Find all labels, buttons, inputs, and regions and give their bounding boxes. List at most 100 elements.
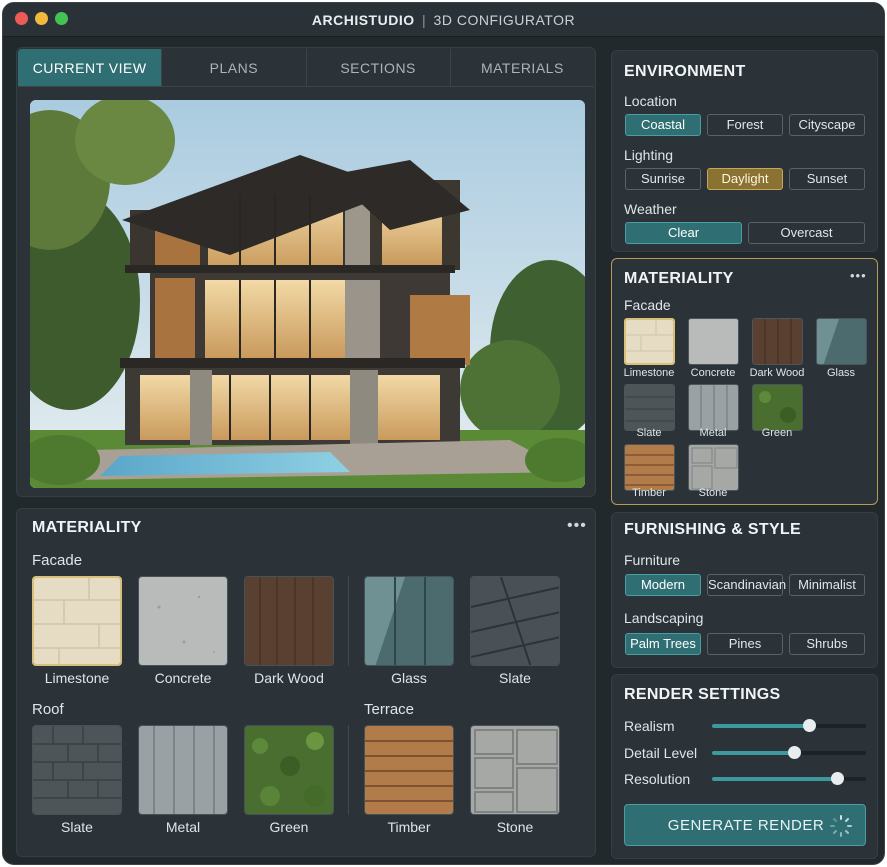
detail-level-slider-fill [712, 751, 794, 755]
terrace-label: Terrace [364, 701, 415, 718]
side-swatch-limestone[interactable] [624, 318, 675, 365]
realism-label: Realism [624, 718, 675, 734]
swatch-limestone[interactable] [32, 576, 122, 666]
side-swatch-metal[interactable] [688, 384, 739, 431]
detail-level-slider[interactable] [712, 746, 866, 759]
side-label-glass: Glass [826, 367, 856, 379]
realism-slider-handle[interactable] [803, 719, 817, 732]
furnishing-title: FURNISHING & STYLE [624, 521, 801, 538]
landscaping-palm-trees-button[interactable]: Palm Trees [625, 633, 701, 655]
furniture-minimalist-button[interactable]: Minimalist [789, 574, 865, 596]
swatch-slate-facade[interactable] [470, 576, 560, 666]
swatch-label-glass: Glass [391, 670, 427, 686]
location-forest-button[interactable]: Forest [707, 114, 783, 136]
title-separator: | [422, 12, 427, 28]
location-coastal-button[interactable]: Coastal [625, 114, 701, 136]
house-render-image [30, 100, 585, 488]
swatch-label-green-roof: Green [269, 819, 309, 835]
weather-label: Weather [624, 201, 677, 217]
furniture-label: Furniture [624, 552, 681, 568]
tab-current-view[interactable]: CURRENT VIEW [18, 49, 163, 86]
side-label-concrete: Concrete [690, 367, 736, 379]
title-bar: ARCHISTUDIO | 3D CONFIGURATOR [3, 3, 884, 37]
side-materiality-title: MATERIALITY [624, 270, 734, 287]
side-label-slate: Slate [636, 427, 662, 439]
view-tabs: CURRENT VIEW PLANS SECTIONS MATERIALS [18, 49, 594, 87]
materiality-title: MATERIALITY [32, 519, 142, 536]
swatch-green-roof[interactable] [244, 725, 334, 815]
side-label-green: Green [761, 427, 793, 439]
location-cityscape-button[interactable]: Cityscape [789, 114, 865, 136]
side-swatch-timber[interactable] [624, 444, 675, 491]
swatch-dark-wood[interactable] [244, 576, 334, 666]
realism-slider-fill [712, 724, 810, 728]
landscaping-shrubs-button[interactable]: Shrubs [789, 633, 865, 655]
side-swatch-concrete[interactable] [688, 318, 739, 365]
generate-render-button[interactable]: GENERATE RENDER [624, 804, 866, 846]
detail-level-label: Detail Level [624, 745, 698, 761]
side-facade-label: Facade [624, 297, 671, 313]
materiality-panel-large: MATERIALITY ••• Facade Limestone Concret… [16, 508, 596, 857]
swatch-label-stone: Stone [496, 819, 534, 835]
render-viewport[interactable] [30, 100, 585, 488]
landscaping-label: Landscaping [624, 610, 704, 626]
side-swatch-glass[interactable] [816, 318, 867, 365]
weather-overcast-button[interactable]: Overcast [748, 222, 865, 244]
loading-spinner-icon [830, 815, 852, 837]
swatch-label-limestone: Limestone [44, 670, 110, 686]
lighting-sunset-button[interactable]: Sunset [789, 168, 865, 190]
side-label-stone: Stone [698, 487, 728, 499]
swatch-concrete[interactable] [138, 576, 228, 666]
landscaping-pines-button[interactable]: Pines [707, 633, 783, 655]
lighting-label: Lighting [624, 147, 674, 163]
lighting-sunrise-button[interactable]: Sunrise [625, 168, 701, 190]
environment-title: ENVIRONMENT [624, 63, 746, 80]
swatch-label-slate-facade: Slate [499, 670, 531, 686]
side-label-limestone: Limestone [623, 367, 675, 379]
side-swatch-stone[interactable] [688, 444, 739, 491]
side-label-timber: Timber [632, 487, 666, 499]
resolution-slider-handle[interactable] [830, 772, 844, 785]
facade-divider [348, 576, 349, 666]
render-settings-panel: RENDER SETTINGS Realism Detail Level Res… [611, 674, 878, 859]
tab-sections[interactable]: SECTIONS [307, 49, 451, 86]
swatch-stone[interactable] [470, 725, 560, 815]
roof-terrace-divider [348, 725, 349, 815]
more-options-icon[interactable]: ••• [567, 517, 587, 535]
weather-clear-button[interactable]: Clear [625, 222, 742, 244]
swatch-glass[interactable] [364, 576, 454, 666]
furniture-modern-button[interactable]: Modern [625, 574, 701, 596]
resolution-slider-fill [712, 777, 837, 781]
resolution-label: Resolution [624, 771, 691, 787]
side-swatch-dark-wood[interactable] [752, 318, 803, 365]
side-label-dark-wood: Dark Wood [749, 367, 805, 379]
realism-slider[interactable] [712, 719, 866, 732]
swatch-metal[interactable] [138, 725, 228, 815]
side-swatch-green[interactable] [752, 384, 803, 431]
title-brand: ARCHISTUDIO [311, 12, 415, 28]
side-more-options-icon[interactable]: ••• [850, 268, 867, 283]
furniture-scandinavian-button[interactable]: Scandinavian [707, 574, 786, 596]
swatch-timber[interactable] [364, 725, 454, 815]
swatch-label-concrete: Concrete [154, 670, 212, 686]
roof-label: Roof [32, 701, 64, 718]
furnishing-panel: FURNISHING & STYLE Furniture Modern Scan… [611, 512, 878, 668]
swatch-label-slate-roof: Slate [61, 819, 93, 835]
generate-render-label: GENERATE RENDER [667, 817, 825, 834]
swatch-label-metal: Metal [165, 819, 201, 835]
facade-label: Facade [32, 552, 83, 569]
view-panel: CURRENT VIEW PLANS SECTIONS MATERIALS [16, 47, 596, 497]
side-swatch-slate[interactable] [624, 384, 675, 431]
side-label-metal: Metal [699, 427, 727, 439]
render-settings-title: RENDER SETTINGS [624, 686, 781, 703]
location-label: Location [624, 93, 677, 109]
swatch-slate-roof[interactable] [32, 725, 122, 815]
tab-materials[interactable]: MATERIALS [451, 49, 594, 86]
resolution-slider[interactable] [712, 772, 866, 785]
tab-plans[interactable]: PLANS [162, 49, 307, 86]
swatch-label-dark-wood: Dark Wood [254, 670, 324, 686]
swatch-label-timber: Timber [387, 819, 431, 835]
lighting-daylight-button[interactable]: Daylight [707, 168, 783, 190]
detail-level-slider-handle[interactable] [787, 746, 801, 759]
app-window: ARCHISTUDIO | 3D CONFIGURATOR CURRENT VI… [2, 2, 885, 865]
